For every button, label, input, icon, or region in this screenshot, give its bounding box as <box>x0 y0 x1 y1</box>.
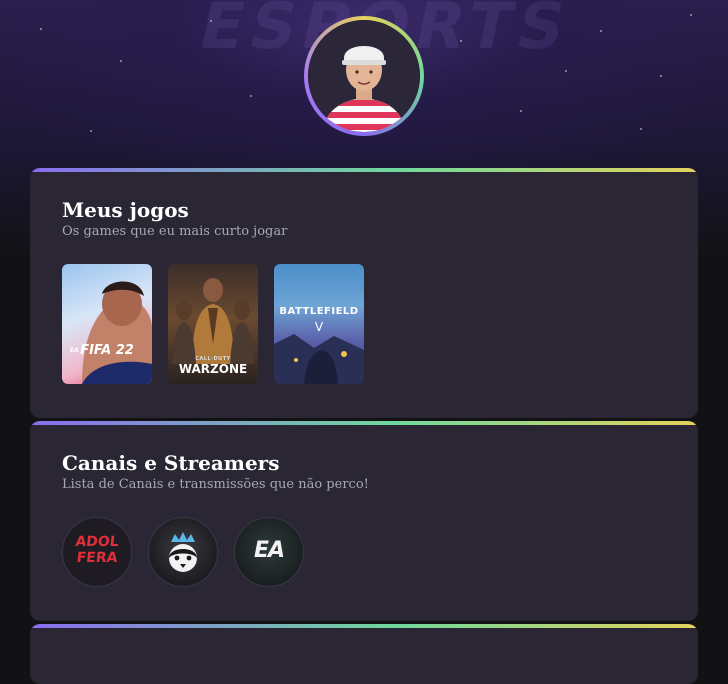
games-card: Meus jogos Os games que eu mais curto jo… <box>30 168 698 418</box>
user-avatar-icon <box>308 20 420 132</box>
game-card-battlefield[interactable]: BATTLEFIELD V <box>274 264 364 384</box>
channel-penguin[interactable] <box>148 517 218 587</box>
penguin-crown-icon <box>169 532 197 572</box>
game-card-warzone[interactable]: CALL·DUTY WARZONE <box>168 264 258 384</box>
gradient-bar <box>30 624 698 628</box>
next-card <box>30 624 698 684</box>
ea-badge-icon: EA <box>70 347 79 354</box>
channels-card: Canais e Streamers Lista de Canais e tra… <box>30 421 698 621</box>
profile-avatar[interactable] <box>304 16 424 136</box>
channel-logo-line2: FERA <box>75 550 119 566</box>
channel-ea[interactable]: EA <box>234 517 304 587</box>
game-numeral: V <box>314 320 324 334</box>
section-subtitle: Os games que eu mais curto jogar <box>62 224 288 239</box>
section-title: Meus jogos <box>62 198 189 222</box>
channel-logo-line1: ADOL <box>74 534 120 550</box>
game-card-fifa22[interactable]: FIFA 22 EA <box>62 264 152 384</box>
section-subtitle: Lista de Canais e transmissões que não p… <box>62 477 369 492</box>
channel-adolfera[interactable]: ADOL FERA <box>62 517 132 587</box>
gradient-bar <box>30 421 698 425</box>
ea-logo-icon: EA <box>253 538 285 563</box>
gradient-bar <box>30 168 698 172</box>
game-title: WARZONE <box>178 362 248 376</box>
game-title: BATTLEFIELD <box>279 306 359 317</box>
section-title: Canais e Streamers <box>62 451 280 475</box>
